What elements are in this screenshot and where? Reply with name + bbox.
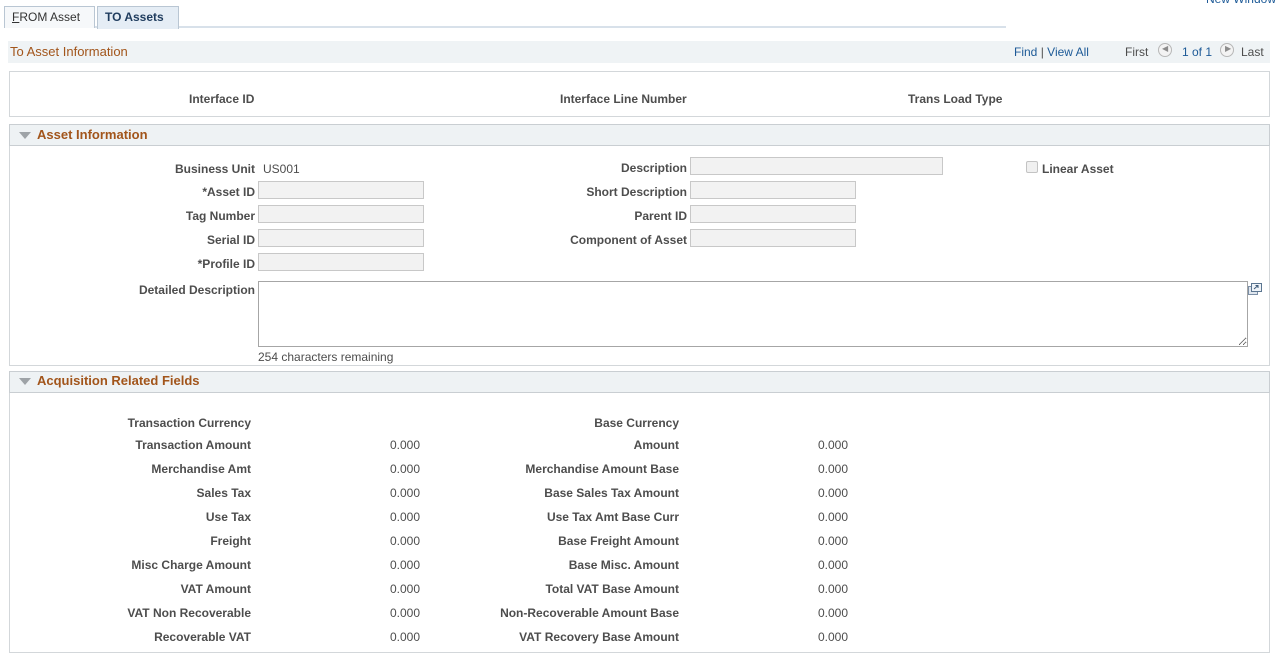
new-window-link[interactable]: New Window (1206, 0, 1276, 6)
transaction-row-value: 0.000 (389, 630, 420, 644)
transaction-row-value: 0.000 (389, 582, 420, 596)
tab-from-asset-label: ROM Asset (19, 10, 81, 24)
base-row-value: 0.000 (817, 534, 848, 548)
transaction-row-value: 0.000 (389, 606, 420, 620)
detailed-description-label: Detailed Description (138, 283, 255, 297)
base-row-label: Use Tax Amt Base Curr (546, 510, 679, 524)
grid-nav-links: Find | View All (1014, 45, 1089, 59)
tab-to-assets-label: TO Assets (105, 10, 164, 24)
collapse-triangle-icon[interactable] (19, 132, 31, 139)
parent-id-input[interactable] (690, 205, 856, 223)
transaction-currency-label: Transaction Currency (127, 416, 251, 430)
parent-id-label: Parent ID (634, 209, 687, 223)
transaction-row-value: 0.000 (389, 558, 420, 572)
business-unit-label: Business Unit (174, 162, 255, 176)
tag-number-input[interactable] (258, 205, 424, 223)
base-row-value: 0.000 (817, 438, 848, 452)
linear-asset-label: Linear Asset (1042, 162, 1114, 176)
base-row-value: 0.000 (817, 582, 848, 596)
component-of-asset-input[interactable] (690, 229, 856, 247)
collapse-triangle-icon[interactable] (19, 378, 31, 385)
transaction-row-label: Merchandise Amt (151, 462, 251, 476)
characters-remaining: 254 characters remaining (258, 350, 394, 364)
profile-id-input[interactable] (258, 253, 424, 271)
base-row-value: 0.000 (817, 606, 848, 620)
base-row-value: 0.000 (817, 462, 848, 476)
transaction-row-label: VAT Non Recoverable (127, 606, 251, 620)
detailed-description-textarea[interactable] (258, 281, 1248, 347)
base-row-label: Base Misc. Amount (568, 558, 679, 572)
transaction-row-label: Transaction Amount (135, 438, 251, 452)
base-row-value: 0.000 (817, 630, 848, 644)
base-row-label: Base Freight Amount (558, 534, 679, 548)
tab-to-assets[interactable]: TO Assets (97, 6, 179, 29)
base-row-label: Merchandise Amount Base (525, 462, 679, 476)
transaction-row-value: 0.000 (389, 438, 420, 452)
tag-number-label: Tag Number (185, 209, 255, 223)
linear-asset-checkbox[interactable] (1026, 161, 1038, 173)
profile-id-label: *Profile ID (197, 257, 255, 271)
transaction-row-label: VAT Amount (180, 582, 251, 596)
asset-id-label: *Asset ID (202, 185, 255, 199)
serial-id-input[interactable] (258, 229, 424, 247)
acquisition-title: Acquisition Related Fields (37, 373, 200, 388)
transaction-row-label: Sales Tax (196, 486, 251, 500)
description-input[interactable] (690, 157, 943, 175)
previous-row-button[interactable]: ◀ (1158, 43, 1172, 57)
pager-count: 1 of 1 (1182, 45, 1213, 59)
short-description-input[interactable] (690, 181, 856, 199)
base-row-label: Base Sales Tax Amount (544, 486, 679, 500)
nav-separator: | (1040, 45, 1044, 59)
transaction-row-label: Recoverable VAT (154, 630, 251, 644)
trans-load-type-label: Trans Load Type (908, 92, 1003, 106)
view-all-link[interactable]: View All (1047, 45, 1089, 59)
transaction-row-label: Use Tax (205, 510, 251, 524)
base-row-value: 0.000 (817, 486, 848, 500)
first-label[interactable]: First (1125, 45, 1148, 59)
component-of-asset-label: Component of Asset (570, 233, 687, 247)
base-row-label: Amount (633, 438, 679, 452)
transaction-row-value: 0.000 (389, 486, 420, 500)
asset-id-input[interactable] (258, 181, 424, 199)
asset-information-title: Asset Information (37, 127, 148, 142)
interface-line-number-label: Interface Line Number (560, 92, 687, 106)
tab-from-asset[interactable]: FROM Asset (4, 6, 95, 28)
base-row-value: 0.000 (817, 510, 848, 524)
transaction-row-value: 0.000 (389, 534, 420, 548)
transaction-row-value: 0.000 (389, 510, 420, 524)
business-unit-value: US001 (263, 162, 300, 176)
base-row-label: Total VAT Base Amount (545, 582, 679, 596)
base-row-value: 0.000 (817, 558, 848, 572)
serial-id-label: Serial ID (206, 233, 255, 247)
transaction-row-value: 0.000 (389, 462, 420, 476)
transaction-row-label: Misc Charge Amount (131, 558, 251, 572)
transaction-row-label: Freight (210, 534, 251, 548)
base-currency-label: Base Currency (594, 416, 679, 430)
grid-title: To Asset Information (10, 44, 128, 59)
short-description-label: Short Description (586, 185, 687, 199)
description-label: Description (620, 161, 687, 175)
last-label[interactable]: Last (1241, 45, 1264, 59)
next-row-button[interactable]: ▶ (1220, 43, 1234, 57)
find-link[interactable]: Find (1014, 45, 1037, 59)
interface-id-label: Interface ID (189, 92, 255, 106)
right-arrow-icon: ▶ (1225, 44, 1232, 53)
base-row-label: Non-Recoverable Amount Base (500, 606, 679, 620)
left-arrow-icon: ◀ (1162, 44, 1169, 53)
asset-information-header[interactable] (9, 124, 1270, 146)
base-row-label: VAT Recovery Base Amount (519, 630, 679, 644)
expand-textarea-icon[interactable] (1248, 283, 1262, 295)
